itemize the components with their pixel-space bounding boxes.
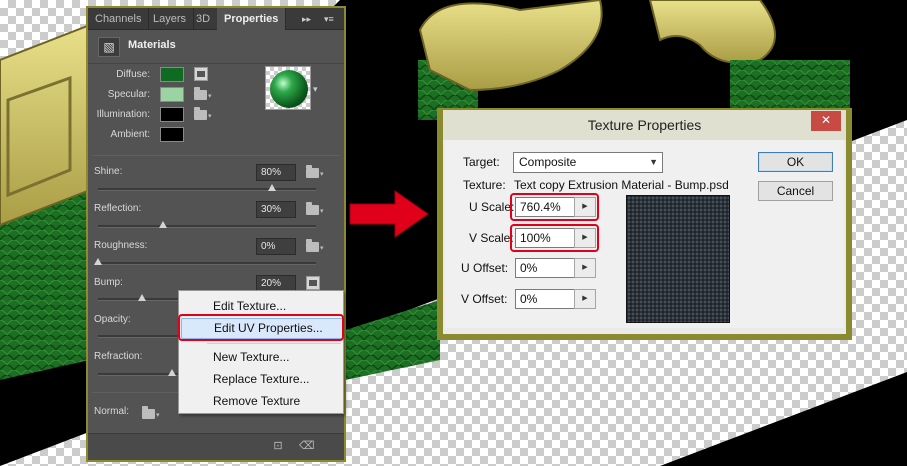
gold-face-left <box>0 23 91 227</box>
diffuse-texture-icon[interactable] <box>194 67 208 81</box>
v-offset-field[interactable]: 0% <box>515 289 575 309</box>
u-scale-spinner[interactable]: ▶ <box>574 197 596 217</box>
illumination-color-swatch[interactable] <box>160 107 184 122</box>
menu-item-edit-texture[interactable]: Edit Texture... <box>179 296 343 317</box>
materials-icon: ▧ <box>98 37 120 57</box>
refraction-slider-thumb[interactable] <box>168 369 176 376</box>
menu-item-edit-uv-properties[interactable]: Edit UV Properties... <box>181 318 343 339</box>
reflection-slider[interactable] <box>98 221 316 228</box>
menu-item-new-texture[interactable]: New Texture... <box>179 347 343 368</box>
roughness-slider-thumb[interactable] <box>94 258 102 265</box>
panel-menu-icon[interactable]: ▾≡ <box>324 8 334 30</box>
v-offset-spinner[interactable]: ▶ <box>574 289 596 309</box>
target-value: Composite <box>519 155 577 169</box>
v-offset-label: V Offset: <box>461 292 508 306</box>
shine-slider-thumb[interactable] <box>268 184 277 191</box>
material-preview[interactable] <box>265 66 311 110</box>
panel-tab-bar: Channels Layers 3D Properties ▸▸ ▾≡ <box>88 8 344 30</box>
ambient-label: Ambient: <box>110 129 150 140</box>
v-scale-field[interactable]: 100% <box>515 228 575 248</box>
v-scale-label: V Scale: <box>469 231 514 245</box>
texture-label: Texture: <box>463 178 506 192</box>
folder-icon[interactable] <box>194 87 212 100</box>
ok-button[interactable]: OK <box>758 152 833 172</box>
diffuse-label: Diffuse: <box>116 69 150 80</box>
menu-separator <box>207 343 341 344</box>
panel-title: Materials <box>128 39 176 51</box>
dialog-titlebar: Texture Properties ✕ <box>443 110 846 140</box>
normal-label: Normal: <box>94 406 130 417</box>
bump-label: Bump: <box>94 277 123 288</box>
close-icon[interactable]: ✕ <box>811 111 841 131</box>
folder-icon[interactable] <box>306 239 324 252</box>
specular-color-swatch[interactable] <box>160 87 184 102</box>
texture-name: Text copy Extrusion Material - Bump.psd <box>514 178 729 192</box>
roughness-label: Roughness: <box>94 240 148 251</box>
menu-item-remove-texture[interactable]: Remove Texture <box>179 391 343 412</box>
collapse-panel-icon[interactable]: ▸▸ <box>302 8 311 30</box>
v-scale-spinner[interactable]: ▶ <box>574 228 596 248</box>
panel-header: ▧ Materials <box>88 30 344 64</box>
u-scale-field[interactable]: 760.4% <box>515 197 575 217</box>
shine-label: Shine: <box>94 166 123 177</box>
bump-slider-thumb[interactable] <box>137 294 146 301</box>
folder-icon[interactable] <box>194 107 212 120</box>
texture-context-menu: Edit Texture... Edit UV Properties... Ne… <box>178 290 344 414</box>
bump-texture-icon[interactable] <box>306 276 320 290</box>
chevron-down-icon: ▼ <box>649 157 658 167</box>
roughness-field[interactable]: 0% <box>256 238 296 255</box>
reflection-label: Reflection: <box>94 203 142 214</box>
diffuse-color-swatch[interactable] <box>160 67 184 82</box>
tab-channels[interactable]: Channels <box>88 8 150 30</box>
menu-item-replace-texture[interactable]: Replace Texture... <box>179 369 343 390</box>
refraction-label: Refraction: <box>94 351 143 362</box>
reflection-field[interactable]: 30% <box>256 201 296 218</box>
folder-icon[interactable] <box>306 202 324 215</box>
dialog-title: Texture Properties <box>587 117 702 133</box>
texture-preview <box>626 195 730 323</box>
delete-icon[interactable]: ⌫ <box>299 440 315 453</box>
specular-label: Specular: <box>107 89 150 100</box>
cancel-button[interactable]: Cancel <box>758 181 833 201</box>
u-offset-spinner[interactable]: ▶ <box>574 258 596 278</box>
texture-properties-dialog: Texture Properties ✕ Target: Composite ▼… <box>437 108 852 340</box>
target-label: Target: <box>463 155 500 169</box>
illumination-label: Illumination: <box>96 109 150 120</box>
tab-3d[interactable]: 3D <box>189 8 219 30</box>
u-scale-label: U Scale: <box>469 200 515 214</box>
tab-layers[interactable]: Layers <box>146 8 195 30</box>
divider <box>92 155 340 156</box>
reflection-slider-thumb[interactable] <box>159 221 168 228</box>
roughness-slider[interactable] <box>94 258 316 265</box>
u-offset-field[interactable]: 0% <box>515 258 575 278</box>
chevron-down-icon[interactable]: ▾ <box>313 84 318 95</box>
black-lower-band <box>660 372 907 466</box>
panel-footer: ⊡ ⌫ <box>88 433 344 460</box>
green-extrusion-right <box>730 60 850 110</box>
ambient-color-swatch[interactable] <box>160 127 184 142</box>
tab-properties[interactable]: Properties <box>217 8 287 30</box>
shine-field[interactable]: 80% <box>256 164 296 181</box>
target-select[interactable]: Composite ▼ <box>513 152 663 173</box>
new-icon[interactable]: ⊡ <box>271 440 285 453</box>
dialog-body: Target: Composite ▼ Texture: Text copy E… <box>445 140 844 328</box>
u-offset-label: U Offset: <box>461 261 509 275</box>
shine-slider[interactable] <box>98 184 316 191</box>
material-sphere <box>270 70 308 108</box>
opacity-label: Opacity: <box>94 314 131 325</box>
folder-icon[interactable] <box>142 406 160 419</box>
folder-icon[interactable] <box>306 165 324 178</box>
